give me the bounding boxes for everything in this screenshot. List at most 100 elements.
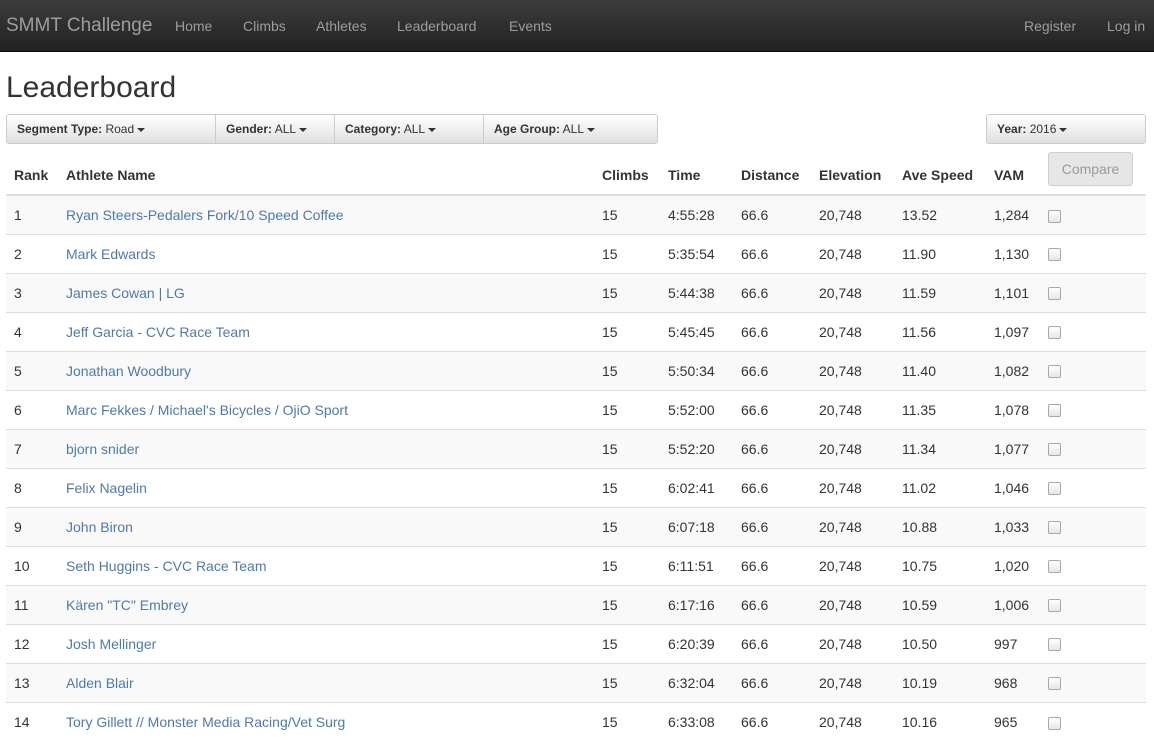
athlete-link[interactable]: Josh Mellinger [66, 636, 156, 652]
nav-climbs[interactable]: Climbs [243, 17, 286, 35]
cell-distance: 66.6 [733, 545, 811, 585]
age-group-dropdown[interactable]: Age Group: ALL [483, 114, 658, 144]
cell-climbs: 15 [594, 272, 660, 312]
cell-rank: 1 [6, 194, 58, 234]
category-label: Category: [345, 122, 402, 136]
athlete-link[interactable]: James Cowan | LG [66, 285, 185, 301]
athlete-link[interactable]: bjorn snider [66, 441, 139, 457]
table-row: 10 Seth Huggins - CVC Race Team 15 6:11:51 6… [6, 545, 1146, 585]
segment-type-dropdown[interactable]: Segment Type: Road [6, 114, 216, 144]
cell-compare [1040, 194, 1146, 234]
cell-vam: 1,077 [986, 428, 1040, 468]
athlete-link[interactable]: Kären "TC" Embrey [66, 597, 188, 613]
nav-events[interactable]: Events [509, 17, 552, 35]
nav-leaderboard[interactable]: Leaderboard [397, 17, 476, 35]
cell-climbs: 15 [594, 350, 660, 390]
cell-vam: 997 [986, 623, 1040, 663]
athlete-link[interactable]: Mark Edwards [66, 246, 155, 262]
category-dropdown[interactable]: Category: ALL [334, 114, 484, 144]
athlete-link[interactable]: Jeff Garcia - CVC Race Team [66, 324, 250, 340]
cell-time: 6:20:39 [660, 623, 733, 663]
cell-elevation: 20,748 [811, 467, 894, 507]
cell-elevation: 20,748 [811, 389, 894, 429]
compare-checkbox[interactable] [1048, 482, 1061, 496]
cell-rank: 4 [6, 311, 58, 351]
cell-athlete: Marc Fekkes / Michael's Bicycles / OjiO … [58, 389, 594, 429]
athlete-link[interactable]: Marc Fekkes / Michael's Bicycles / OjiO … [66, 402, 348, 418]
header-distance: Distance [733, 156, 811, 196]
table-row: 7 bjorn snider 15 5:52:20 66.6 20,748 11.34 1,0… [6, 428, 1146, 468]
compare-checkbox[interactable] [1048, 287, 1061, 301]
cell-vam: 1,020 [986, 545, 1040, 585]
compare-checkbox[interactable] [1048, 326, 1061, 340]
cell-elevation: 20,748 [811, 545, 894, 585]
gender-label: Gender: [226, 122, 273, 136]
leaderboard-table-container: Rank Athlete Name Climbs Time Distance E… [6, 156, 1146, 741]
compare-button[interactable]: Compare [1048, 152, 1133, 186]
table-row: 12 Josh Mellinger 15 6:20:39 66.6 20,748 10.50… [6, 623, 1146, 663]
table-row: 8 Felix Nagelin 15 6:02:41 66.6 20,748 11.02 1,… [6, 467, 1146, 507]
nav-athletes[interactable]: Athletes [316, 17, 367, 35]
segment-type-label: Segment Type: [17, 122, 103, 136]
nav-register[interactable]: Register [1024, 17, 1076, 35]
athlete-link[interactable]: Seth Huggins - CVC Race Team [66, 558, 267, 574]
compare-checkbox[interactable] [1048, 521, 1061, 535]
cell-elevation: 20,748 [811, 701, 894, 741]
header-vam: VAM [986, 156, 1040, 196]
cell-distance: 66.6 [733, 701, 811, 741]
cell-time: 5:50:34 [660, 350, 733, 390]
cell-elevation: 20,748 [811, 506, 894, 546]
cell-ave-speed: 13.52 [894, 194, 986, 234]
cell-climbs: 15 [594, 584, 660, 624]
brand-logo[interactable]: SMMT Challenge [6, 15, 152, 37]
cell-athlete: Josh Mellinger [58, 623, 594, 663]
compare-checkbox[interactable] [1048, 248, 1061, 262]
cell-distance: 66.6 [733, 467, 811, 507]
table-row: 1 Ryan Steers-Pedalers Fork/10 Speed Coff… [6, 194, 1146, 234]
table-row: 13 Alden Blair 15 6:32:04 66.6 20,748 10.19 968 [6, 662, 1146, 702]
cell-climbs: 15 [594, 467, 660, 507]
cell-time: 5:44:38 [660, 272, 733, 312]
chevron-down-icon [299, 127, 308, 132]
compare-checkbox[interactable] [1048, 599, 1061, 613]
athlete-link[interactable]: Tory Gillett // Monster Media Racing/Vet… [66, 714, 345, 730]
table-row: 2 Mark Edwards 15 5:35:54 66.6 20,748 11.90 1,1… [6, 233, 1146, 273]
cell-climbs: 15 [594, 701, 660, 741]
compare-checkbox[interactable] [1048, 677, 1061, 691]
gender-dropdown[interactable]: Gender: ALL [215, 114, 335, 144]
category-value: ALL [403, 122, 426, 136]
athlete-link[interactable]: Alden Blair [66, 675, 134, 691]
nav-home[interactable]: Home [175, 17, 212, 35]
athlete-link[interactable]: Felix Nagelin [66, 480, 147, 496]
compare-checkbox[interactable] [1048, 443, 1061, 457]
compare-checkbox[interactable] [1048, 209, 1061, 223]
athlete-link[interactable]: Jonathan Woodbury [66, 363, 191, 379]
athlete-link[interactable]: John Biron [66, 519, 133, 535]
compare-checkbox[interactable] [1048, 716, 1061, 730]
cell-compare [1040, 701, 1146, 741]
cell-climbs: 15 [594, 662, 660, 702]
athlete-link[interactable]: Ryan Steers-Pedalers Fork/10 Speed Coffe… [66, 207, 344, 223]
cell-distance: 66.6 [733, 233, 811, 273]
compare-checkbox[interactable] [1048, 404, 1061, 418]
cell-compare [1040, 662, 1146, 702]
cell-time: 5:52:00 [660, 389, 733, 429]
year-dropdown[interactable]: Year: 2016 [986, 114, 1146, 144]
compare-checkbox[interactable] [1048, 560, 1061, 574]
cell-compare [1040, 233, 1146, 273]
cell-climbs: 15 [594, 233, 660, 273]
cell-elevation: 20,748 [811, 194, 894, 234]
cell-elevation: 20,748 [811, 311, 894, 351]
cell-time: 6:11:51 [660, 545, 733, 585]
cell-distance: 66.6 [733, 584, 811, 624]
table-body: 1 Ryan Steers-Pedalers Fork/10 Speed Coff… [6, 194, 1146, 741]
compare-checkbox[interactable] [1048, 365, 1061, 379]
cell-athlete: Jonathan Woodbury [58, 350, 594, 390]
compare-checkbox[interactable] [1048, 638, 1061, 652]
age-group-value: ALL [562, 122, 585, 136]
table-header-row: Rank Athlete Name Climbs Time Distance E… [6, 156, 1146, 196]
cell-rank: 14 [6, 701, 58, 741]
cell-ave-speed: 10.88 [894, 506, 986, 546]
cell-athlete: Ryan Steers-Pedalers Fork/10 Speed Coffe… [58, 194, 594, 234]
nav-login[interactable]: Log in [1107, 17, 1145, 35]
